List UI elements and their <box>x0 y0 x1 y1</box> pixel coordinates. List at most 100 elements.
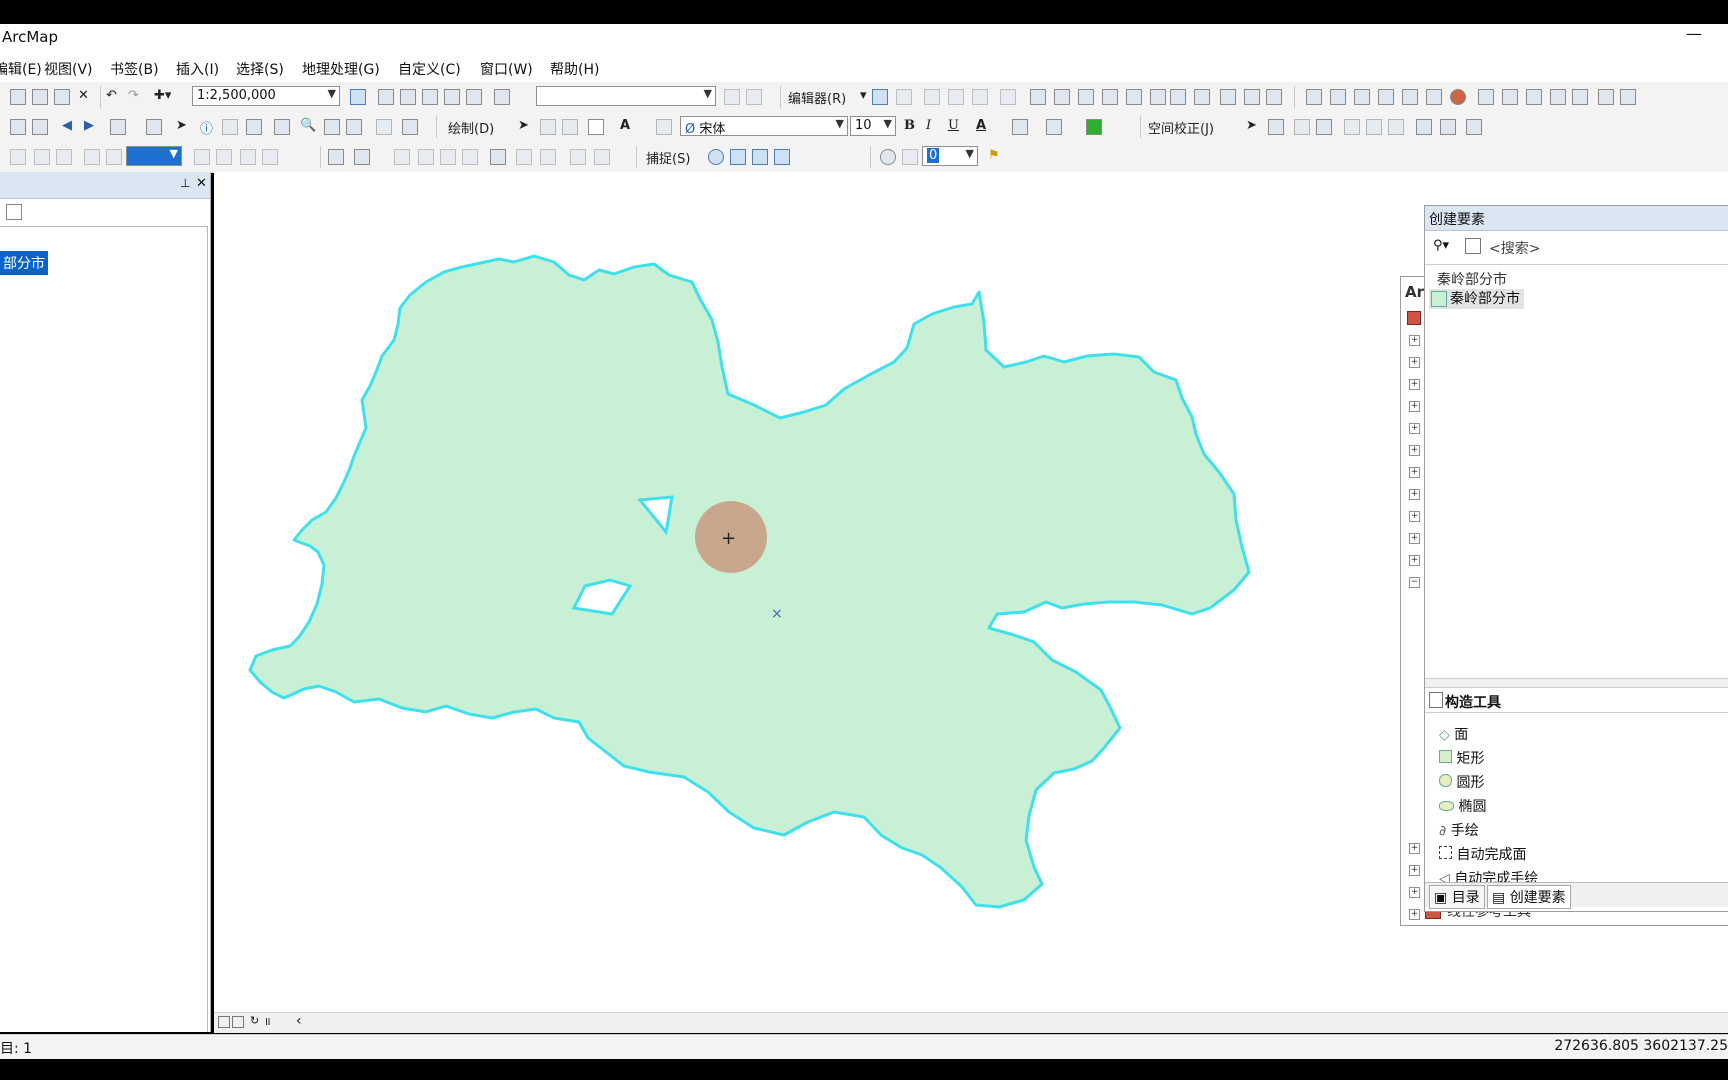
rectangle-icon[interactable] <box>588 119 604 135</box>
spatial-adjustment-menu[interactable]: 空间校正(J) <box>1148 118 1214 137</box>
editor-toolbar-icon[interactable] <box>350 89 366 105</box>
catalog-tab-label[interactable]: Ar <box>1405 283 1424 301</box>
layout-icon[interactable] <box>56 149 72 165</box>
underline-button[interactable]: U <box>948 118 959 136</box>
select-elements-icon[interactable]: ➤ <box>1246 118 1257 136</box>
move-icon[interactable] <box>1150 89 1166 105</box>
clear-selection-icon[interactable] <box>146 119 162 135</box>
page-icon[interactable] <box>194 149 210 165</box>
cut-polygon-icon[interactable] <box>1078 89 1094 105</box>
split-tool-icon[interactable] <box>1000 89 1016 105</box>
error-inspector-icon[interactable] <box>540 149 556 165</box>
construct-icon[interactable] <box>1572 89 1588 105</box>
template-search-input[interactable]: <搜索> <box>1489 238 1540 258</box>
expand-icon[interactable]: + <box>1409 335 1420 346</box>
network-icon[interactable] <box>594 149 610 165</box>
layout-icon[interactable] <box>34 149 50 165</box>
pin-icon[interactable]: ⊥ <box>180 176 190 190</box>
tool-circle[interactable]: 圆形 <box>1439 772 1484 792</box>
bold-button[interactable]: B <box>904 118 915 136</box>
georeferencing-icon[interactable] <box>902 149 918 165</box>
hyperlink-icon[interactable] <box>222 119 238 135</box>
expand-icon[interactable]: + <box>1409 843 1420 854</box>
paste-icon[interactable] <box>54 89 70 105</box>
edge-match-icon[interactable] <box>1440 119 1456 135</box>
expand-icon[interactable]: + <box>1409 555 1420 566</box>
grid-icon[interactable] <box>1550 89 1566 105</box>
edit-annotation-icon[interactable] <box>896 89 912 105</box>
scroll-left-icon[interactable]: ‹ <box>296 1013 302 1029</box>
time-slider-icon[interactable] <box>376 119 392 135</box>
expand-icon[interactable]: + <box>1409 401 1420 412</box>
view-link-table-icon[interactable] <box>1344 119 1360 135</box>
pencil-icon[interactable] <box>1266 89 1282 105</box>
forward-icon[interactable]: ▶ <box>84 118 94 136</box>
menu-edit[interactable]: 编辑(E) <box>0 59 42 79</box>
layout-icon[interactable] <box>10 149 26 165</box>
smooth-icon[interactable] <box>1502 89 1518 105</box>
line-color-icon[interactable] <box>1046 119 1062 135</box>
cut-icon[interactable] <box>10 89 26 105</box>
italic-button[interactable]: I <box>926 118 931 136</box>
goto-xy-icon[interactable] <box>346 119 362 135</box>
template-item[interactable]: 秦岭部分市 <box>1429 289 1524 309</box>
identify-icon[interactable]: ⓘ <box>200 118 213 137</box>
tool-autocomplete-polygon[interactable]: 自动完成面 <box>1439 844 1526 864</box>
modify-link-icon[interactable] <box>1294 119 1310 135</box>
edge-snapping-icon[interactable] <box>774 149 790 165</box>
add-data-icon[interactable]: ✚▾ <box>154 88 171 106</box>
tab-catalog[interactable]: ▣ 目录 <box>1429 885 1485 909</box>
adjustment-preview-icon[interactable] <box>1366 119 1382 135</box>
arctoolbox-icon[interactable] <box>444 89 460 105</box>
find-icon[interactable]: 🔍 <box>300 118 316 136</box>
expand-icon[interactable]: + <box>1409 357 1420 368</box>
explode-icon[interactable] <box>1426 89 1442 105</box>
flag-icon[interactable]: ⚑ <box>988 148 1000 166</box>
measure-icon[interactable] <box>274 119 290 135</box>
tool-rectangle[interactable]: 矩形 <box>1439 748 1484 768</box>
tool-polygon[interactable]: ◇ 面 <box>1439 724 1468 744</box>
snapping-menu[interactable]: 捕捉(S) <box>646 148 690 167</box>
menu-selection[interactable]: 选择(S) <box>236 59 284 79</box>
pause-icon[interactable]: ॥ <box>264 1014 271 1029</box>
close-icon[interactable]: ✕ <box>196 176 207 191</box>
font-name-combo[interactable]: Ø 宋体 ▼ <box>680 116 848 137</box>
copy-icon[interactable] <box>32 89 48 105</box>
trim-icon[interactable] <box>1354 89 1370 105</box>
create-viewer-icon[interactable] <box>402 119 418 135</box>
filter-icon[interactable]: ⚲▾ <box>1433 238 1449 253</box>
attributes-icon[interactable] <box>1170 89 1186 105</box>
vertex-snapping-icon[interactable] <box>752 149 768 165</box>
georef-layer-combo[interactable]: 0 ▼ <box>922 146 978 166</box>
layout-icon[interactable] <box>84 149 100 165</box>
zoom-out-fixed-icon[interactable] <box>32 119 48 135</box>
straight-segment-icon[interactable] <box>924 89 940 105</box>
network-icon[interactable] <box>570 149 586 165</box>
edit-vertices-icon[interactable] <box>656 119 672 135</box>
expand-icon[interactable]: + <box>1409 489 1420 500</box>
editor-menu[interactable]: 编辑器(R) <box>788 88 846 107</box>
replace-geometry-icon[interactable] <box>1598 89 1614 105</box>
expand-icon[interactable]: + <box>1409 909 1420 920</box>
page-icon[interactable] <box>216 149 232 165</box>
tool-freehand[interactable]: ∂ 手绘 <box>1439 820 1479 840</box>
fillet-icon[interactable] <box>1402 89 1418 105</box>
rotate-icon[interactable] <box>1126 89 1142 105</box>
topology-tool-icon[interactable] <box>354 149 370 165</box>
scale-combo[interactable]: 1:2,500,000 ▼ <box>192 86 340 106</box>
draw-menu[interactable]: 绘制(D) <box>448 118 494 137</box>
font-size-combo[interactable]: 10 ▼ <box>850 116 896 136</box>
generalize-icon[interactable] <box>1478 89 1494 105</box>
edit-vertices-icon[interactable] <box>1030 89 1046 105</box>
page-icon[interactable] <box>240 149 256 165</box>
new-displacement-link-icon[interactable] <box>1268 119 1284 135</box>
sketch-properties-icon[interactable] <box>1194 89 1210 105</box>
python-window-icon[interactable] <box>466 89 482 105</box>
table-icon[interactable] <box>1416 119 1432 135</box>
region-polygon[interactable] <box>248 254 1251 909</box>
menu-insert[interactable]: 插入(I) <box>176 59 219 79</box>
trace-icon[interactable] <box>948 89 964 105</box>
back-icon[interactable]: ◀ <box>62 118 72 136</box>
menu-bookmarks[interactable]: 书签(B) <box>110 59 159 79</box>
expand-icon[interactable]: + <box>1409 423 1420 434</box>
